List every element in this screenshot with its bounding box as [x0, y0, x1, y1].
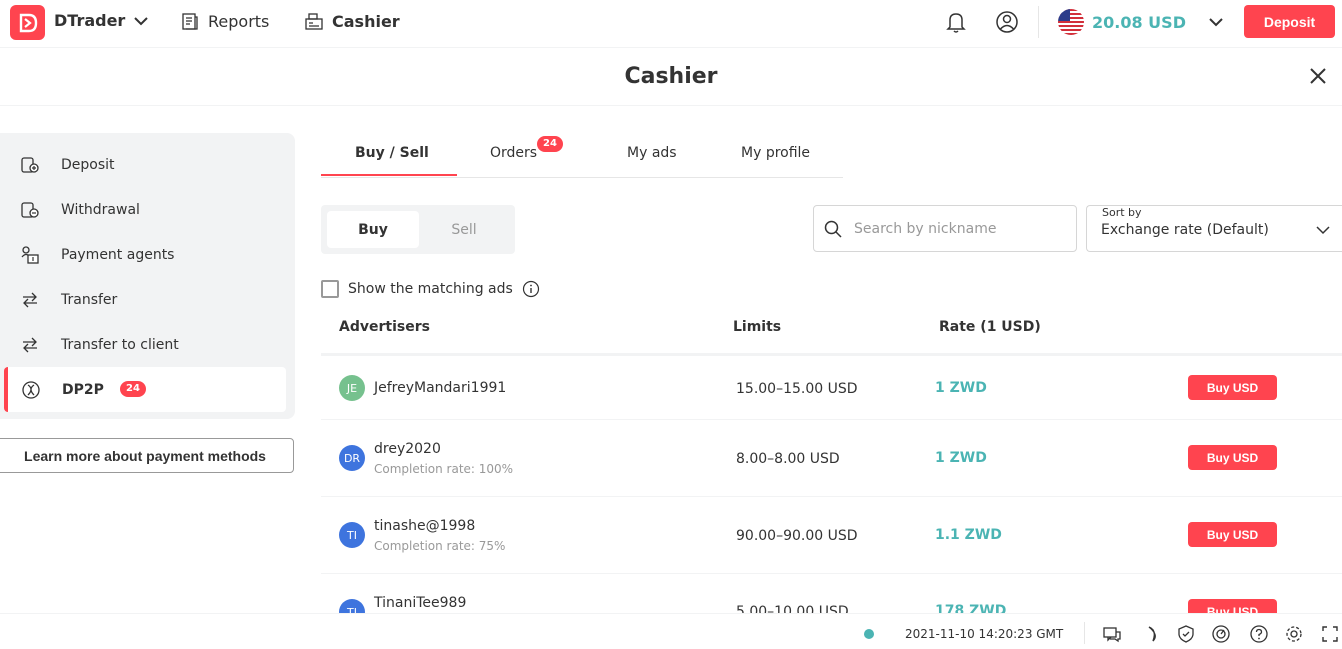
help-icon[interactable] — [1249, 624, 1269, 644]
transfer-icon — [23, 292, 37, 307]
table-row: TI tinashe@1998 Completion rate: 75% 90.… — [321, 497, 1342, 574]
responsible-trading-icon[interactable] — [1211, 624, 1231, 644]
sort-dropdown[interactable]: Sort by Exchange rate (Default) — [1086, 205, 1342, 252]
buy-usd-button[interactable]: Buy USD — [1188, 445, 1277, 470]
nav-cashier[interactable]: Cashier — [304, 11, 400, 31]
advertiser-name[interactable]: tinashe@1998 — [374, 518, 475, 534]
sidebar-item-transfer-to-client[interactable]: Transfer to client — [0, 322, 287, 367]
completion-rate: Completion rate: 100% — [374, 462, 514, 476]
sidebar-item-label: Payment agents — [61, 246, 175, 263]
ad-rate: 1 ZWD — [935, 380, 987, 396]
sidebar-item-label: Deposit — [61, 156, 115, 173]
ad-rate: 1.1 ZWD — [935, 527, 1002, 543]
ad-rate: 1 ZWD — [935, 450, 987, 466]
tab-buy-sell[interactable]: Buy / Sell — [355, 145, 429, 161]
column-header-limits: Limits — [733, 319, 782, 335]
tab-my-profile[interactable]: My profile — [741, 145, 810, 161]
sidebar-item-label: Transfer — [61, 291, 118, 308]
header-deposit-button[interactable]: Deposit — [1244, 5, 1335, 38]
deposit-icon — [21, 156, 39, 173]
advertiser-name[interactable]: drey2020 — [374, 441, 441, 457]
buy-usd-button[interactable]: Buy USD — [1188, 522, 1277, 547]
nav-cashier-label: Cashier — [332, 11, 400, 31]
avatar: DR — [339, 445, 365, 471]
withdrawal-icon — [21, 201, 39, 218]
sidebar-item-label: Transfer to client — [61, 336, 179, 353]
matching-ads-label: Show the matching ads — [348, 281, 513, 297]
account-profile-icon[interactable] — [994, 9, 1020, 35]
shield-icon[interactable] — [1176, 624, 1196, 644]
chat-icon[interactable] — [1102, 624, 1122, 644]
buy-toggle-button[interactable]: Buy — [327, 211, 419, 248]
orders-badge: 24 — [537, 136, 563, 152]
search-icon — [824, 220, 842, 238]
sidebar-item-dp2p[interactable]: DP2P 24 — [4, 367, 286, 412]
completion-rate: Completion rate: 75% — [374, 539, 506, 553]
avatar: JE — [339, 375, 365, 401]
advertiser-name[interactable]: JefreyMandari1991 — [374, 380, 506, 396]
payment-agents-icon — [21, 245, 39, 264]
cashier-sidebar: Deposit Withdrawal Payment agents Transf… — [0, 133, 295, 419]
tab-my-ads[interactable]: My ads — [627, 145, 677, 161]
column-header-rate: Rate (1 USD) — [939, 319, 1041, 335]
active-tab-indicator — [321, 174, 457, 176]
show-matching-ads: Show the matching ads — [321, 280, 540, 298]
dp2p-icon — [22, 380, 40, 399]
cashier-icon — [305, 13, 323, 30]
search-nickname-input[interactable] — [854, 218, 1069, 240]
sell-toggle-button[interactable]: Sell — [419, 211, 509, 248]
server-time: 2021-11-10 14:20:23 GMT — [905, 627, 1064, 641]
info-icon[interactable] — [522, 280, 540, 298]
network-status-indicator[interactable] — [864, 629, 874, 639]
balance-amount: 20.08 USD — [1092, 12, 1186, 32]
sort-value: Exchange rate (Default) — [1101, 222, 1269, 238]
footer-divider — [1084, 622, 1085, 644]
chevron-down-icon — [134, 16, 149, 25]
nav-reports[interactable]: Reports — [180, 11, 269, 31]
top-header: DTrader Reports Cashier 20.08 USD Deposi… — [0, 0, 1342, 48]
sidebar-item-label: DP2P — [62, 381, 104, 398]
ad-limits: 15.00–15.00 USD — [736, 381, 858, 397]
account-balance-switcher[interactable]: 20.08 USD — [1058, 9, 1224, 35]
column-header-advertisers: Advertisers — [339, 319, 430, 335]
table-row: JE JefreyMandari1991 15.00–15.00 USD 1 Z… — [321, 356, 1342, 420]
platform-switcher[interactable]: DTrader — [54, 11, 149, 30]
advertiser-name[interactable]: TinaniTee989 — [374, 595, 466, 611]
platform-name: DTrader — [54, 11, 126, 30]
tab-orders[interactable]: Orders — [490, 145, 537, 161]
sidebar-item-deposit[interactable]: Deposit — [0, 142, 287, 187]
deriv-logo-icon[interactable] — [10, 5, 45, 40]
cashier-title-bar: Cashier — [0, 49, 1342, 106]
close-icon[interactable] — [1306, 64, 1330, 88]
p2p-tabs: Buy / Sell Orders My ads My profile — [321, 133, 843, 178]
us-flag-icon — [1058, 9, 1084, 35]
nav-reports-label: Reports — [208, 11, 270, 31]
sidebar-item-withdrawal[interactable]: Withdrawal — [0, 187, 287, 232]
fullscreen-icon[interactable] — [1320, 624, 1340, 644]
matching-ads-checkbox[interactable] — [321, 280, 339, 298]
sidebar-item-transfer[interactable]: Transfer — [0, 277, 287, 322]
table-row: DR drey2020 Completion rate: 100% 8.00–8… — [321, 420, 1342, 497]
chevron-down-icon — [1316, 226, 1330, 235]
settings-icon[interactable] — [1284, 624, 1304, 644]
notifications-bell-icon[interactable] — [943, 9, 969, 35]
buy-usd-button[interactable]: Buy USD — [1188, 375, 1277, 400]
theme-icon[interactable] — [1141, 624, 1161, 644]
transfer-to-client-icon — [23, 337, 37, 352]
search-box — [813, 205, 1077, 252]
reports-icon — [182, 13, 198, 30]
dp2p-notification-badge: 24 — [120, 381, 146, 397]
learn-more-payment-methods-button[interactable]: Learn more about payment methods — [0, 438, 294, 473]
avatar: TI — [339, 522, 365, 548]
ad-limits: 90.00–90.00 USD — [736, 528, 858, 544]
sidebar-item-label: Withdrawal — [61, 201, 140, 218]
chevron-down-icon — [1209, 18, 1223, 27]
ad-limits: 8.00–8.00 USD — [736, 451, 840, 467]
buy-sell-toggle: Buy Sell — [321, 205, 515, 254]
sort-label: Sort by — [1100, 206, 1144, 219]
sidebar-item-payment-agents[interactable]: Payment agents — [0, 232, 287, 277]
header-divider — [1038, 6, 1039, 38]
page-title: Cashier — [624, 64, 718, 89]
status-footer: 2021-11-10 14:20:23 GMT — [0, 613, 1342, 649]
